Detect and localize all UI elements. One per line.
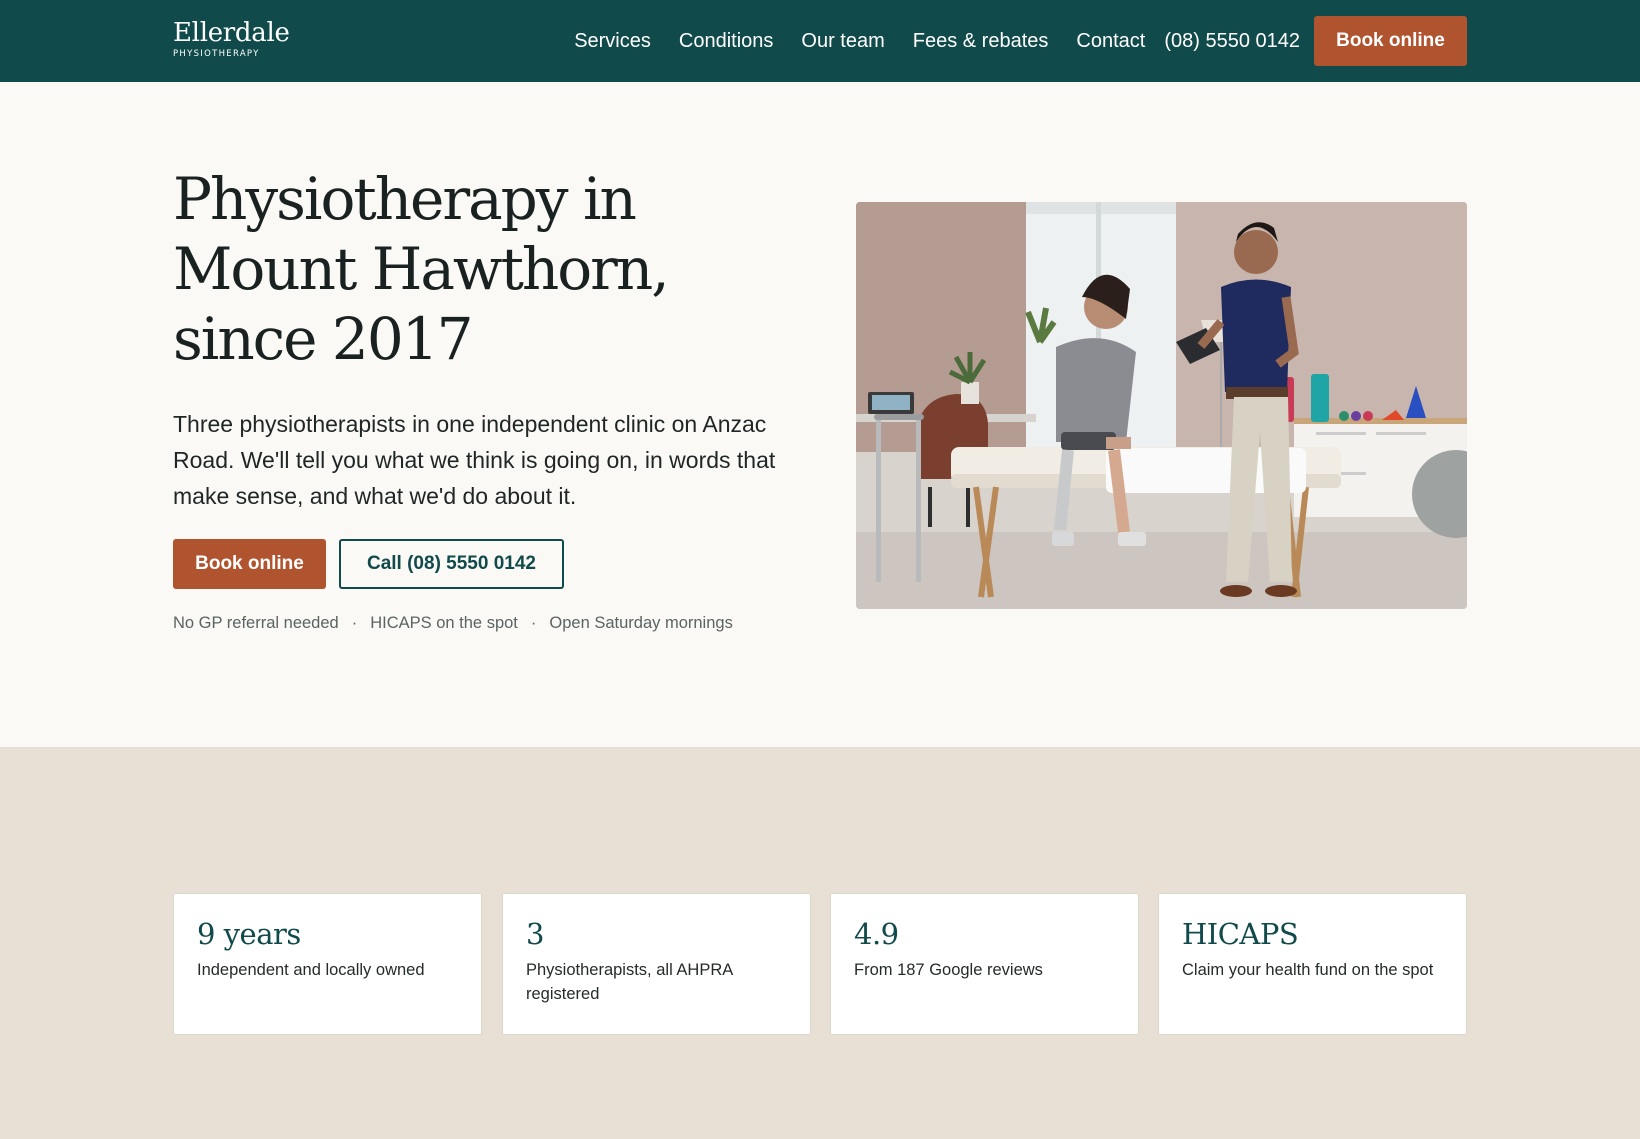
clinic-illustration xyxy=(856,202,1467,609)
logo-subtitle: PHYSIOTHERAPY xyxy=(173,49,260,59)
hero-features: No GP referral needed · HICAPS on the sp… xyxy=(173,614,733,633)
logo-name: Ellerdale xyxy=(173,18,290,48)
stat-label: Independent and locally owned xyxy=(197,961,425,979)
stat-value: 3 xyxy=(526,917,544,951)
feature-no-referral: No GP referral needed xyxy=(173,614,339,632)
stat-card-years: 9 years Independent and locally owned xyxy=(173,893,482,1035)
nav-conditions[interactable]: Conditions xyxy=(679,30,774,53)
nav-fees-rebates[interactable]: Fees & rebates xyxy=(913,30,1049,53)
stat-card-rating: 4.9 From 187 Google reviews xyxy=(830,893,1139,1035)
stat-value: 9 years xyxy=(197,917,301,951)
stat-label: Claim your health fund on the spot xyxy=(1182,961,1434,979)
stat-card-physiotherapists: 3 Physiotherapists, all AHPRA registered xyxy=(502,893,811,1035)
stat-value: HICAPS xyxy=(1182,917,1299,951)
header-phone-link[interactable]: (08) 5550 0142 xyxy=(1164,30,1300,53)
main-nav: Services Conditions Our team Fees & reba… xyxy=(546,0,1300,82)
feature-separator: · xyxy=(530,614,537,632)
feature-saturday: Open Saturday mornings xyxy=(549,614,733,632)
nav-our-team[interactable]: Our team xyxy=(801,30,884,53)
hero-call-button[interactable]: Call (08) 5550 0142 xyxy=(339,539,564,589)
hero-book-online-button[interactable]: Book online xyxy=(173,539,326,589)
hero-description: Three physiotherapists in one independen… xyxy=(173,411,776,509)
stat-label: From 187 Google reviews xyxy=(854,961,1043,979)
logo[interactable]: Ellerdale PHYSIOTHERAPY xyxy=(173,18,290,60)
feature-separator: · xyxy=(351,614,358,632)
nav-services[interactable]: Services xyxy=(574,30,651,53)
nav-contact[interactable]: Contact xyxy=(1076,30,1145,53)
stat-label: Physiotherapists, all AHPRA registered xyxy=(526,961,733,1003)
hero-photo-clinic xyxy=(856,202,1467,609)
hero-title: Physiotherapy in Mount Hawthorn, since 2… xyxy=(173,165,670,373)
feature-hicaps: HICAPS on the spot xyxy=(370,614,518,632)
stat-card-hicaps: HICAPS Claim your health fund on the spo… xyxy=(1158,893,1467,1035)
header-book-online-button[interactable]: Book online xyxy=(1314,16,1467,66)
site-header: Ellerdale PHYSIOTHERAPY Services Conditi… xyxy=(0,0,1640,82)
stat-value: 4.9 xyxy=(854,917,899,951)
